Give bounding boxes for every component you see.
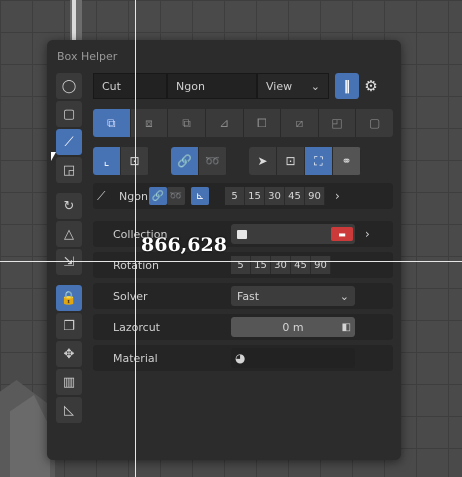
solver-chevron-icon: ⌄ bbox=[339, 289, 349, 303]
chevron-down-icon: ⌄ bbox=[310, 79, 320, 93]
material-field[interactable]: ◕ bbox=[231, 348, 355, 368]
array-icon[interactable]: ▥ bbox=[56, 369, 82, 395]
behavior-row: ⌞ ⊡ 🔗 ➿ ➤ ⊡ ⛶ ⚭ bbox=[93, 147, 393, 175]
main-area: Cut Ngon View ⌄ ‖ ⚙ ⧉ ⧈ ⧉ ⊿ ⧠ ⧄ ◰ ▢ ⌞ ⊡ bbox=[93, 73, 393, 371]
material-row: Material ◕ bbox=[93, 345, 393, 371]
slice-mode-icon[interactable]: ⧈ bbox=[131, 109, 169, 137]
rotation-snap-group: 5 15 30 45 90 bbox=[231, 256, 331, 274]
ngon-snap-15[interactable]: 15 bbox=[245, 187, 265, 205]
select-group: ➤ ⊡ ⛶ ⚭ bbox=[249, 147, 361, 175]
inset-mode-icon[interactable]: ⊿ bbox=[206, 109, 244, 137]
face-select-icon[interactable]: ⊡ bbox=[277, 147, 305, 175]
tool-column: ◯ ▢ ⟋ ◲ ↻ △ ⇲ 🔒 ❐ ✥ ▥ ◺ bbox=[56, 73, 84, 425]
join-mode-icon[interactable]: ⧠ bbox=[244, 109, 282, 137]
solver-value: Fast bbox=[237, 289, 260, 303]
link-icon[interactable]: 🔗 bbox=[171, 147, 199, 175]
mirror-icon[interactable]: ✥ bbox=[56, 341, 82, 367]
lazorcut-row: Lazorcut 0 m ◧ bbox=[93, 314, 393, 340]
collapse-tool-icon[interactable]: ⇲ bbox=[56, 249, 82, 275]
modifier-icon[interactable]: ⚭ bbox=[333, 147, 361, 175]
corner-origin-icon[interactable]: ⌞ bbox=[93, 147, 121, 175]
view-dropdown-label: View bbox=[266, 79, 293, 93]
ngon-snap-30[interactable]: 30 bbox=[265, 187, 285, 205]
ngon-snap-group: 5 15 30 45 90 bbox=[225, 187, 325, 205]
duplicate-icon[interactable]: ❐ bbox=[56, 313, 82, 339]
lazorcut-field[interactable]: 0 m ◧ bbox=[231, 317, 355, 337]
rotation-snap-30[interactable]: 30 bbox=[271, 256, 291, 274]
rotate-tool-icon[interactable]: ↻ bbox=[56, 193, 82, 219]
lazorcut-toggle-icon[interactable]: ◧ bbox=[342, 322, 351, 333]
coordinate-readout: 866,628 bbox=[141, 234, 227, 256]
lazorcut-value: 0 m bbox=[282, 320, 304, 334]
mouse-cursor-icon bbox=[51, 152, 56, 161]
link-group: 🔗 ➿ bbox=[171, 147, 227, 175]
ngon-label: Ngon bbox=[119, 189, 148, 203]
pause-button[interactable]: ‖ bbox=[335, 73, 359, 99]
crosshair-horizontal bbox=[0, 261, 462, 262]
collection-row: Collection ▬ › bbox=[93, 221, 393, 247]
knife-tool-icon[interactable]: ◲ bbox=[56, 157, 82, 183]
extract-mode-icon[interactable]: ◰ bbox=[319, 109, 357, 137]
material-label: Material bbox=[113, 352, 231, 365]
ngon-icon: ⟋ bbox=[97, 188, 106, 203]
boolean-mode-row: ⧉ ⧈ ⧉ ⊿ ⧠ ⧄ ◰ ▢ bbox=[93, 109, 393, 137]
ngon-snap-90[interactable]: 90 bbox=[305, 187, 325, 205]
rotation-snap-5[interactable]: 5 bbox=[231, 256, 251, 274]
ngon-link-icon[interactable]: 🔗 bbox=[149, 187, 167, 205]
ngon-row: ⟋ Ngon 🔗 ➿ ⊾ 5 15 30 45 90 › bbox=[93, 183, 393, 209]
rotation-snap-45[interactable]: 45 bbox=[291, 256, 311, 274]
origin-group: ⌞ ⊡ bbox=[93, 147, 149, 175]
shape-field[interactable]: Ngon bbox=[167, 73, 257, 99]
gear-icon[interactable]: ⚙ bbox=[359, 73, 383, 99]
solver-label: Solver bbox=[113, 289, 148, 303]
solver-row: Solver Fast ⌄ bbox=[93, 283, 393, 309]
box-icon bbox=[237, 229, 247, 239]
ngon-spiral-icon[interactable]: ➿ bbox=[167, 187, 185, 205]
angle-icon[interactable]: ⊾ bbox=[191, 187, 209, 205]
rotation-snap-15[interactable]: 15 bbox=[251, 256, 271, 274]
lock-icon[interactable]: 🔒 bbox=[56, 285, 82, 311]
panel-title: Box Helper bbox=[57, 50, 118, 63]
make-mode-icon[interactable]: ▢ bbox=[356, 109, 393, 137]
spiral-icon[interactable]: ➿ bbox=[199, 147, 227, 175]
chevron-right-icon[interactable]: › bbox=[335, 189, 340, 203]
view-dropdown[interactable]: View ⌄ bbox=[257, 73, 329, 99]
ngon-snap-5[interactable]: 5 bbox=[225, 187, 245, 205]
solver-dropdown[interactable]: Fast ⌄ bbox=[231, 286, 355, 306]
rotation-snap-90[interactable]: 90 bbox=[311, 256, 331, 274]
box-tool-icon[interactable]: ▢ bbox=[56, 101, 82, 127]
ngon-tool-icon[interactable]: ⟋ bbox=[56, 129, 82, 155]
slice-icon[interactable]: ◺ bbox=[56, 397, 82, 423]
circle-tool-icon[interactable]: ◯ bbox=[56, 73, 82, 99]
pointer-icon[interactable]: ➤ bbox=[249, 147, 277, 175]
focus-select-icon[interactable]: ⛶ bbox=[305, 147, 333, 175]
collection-chevron-icon[interactable]: › bbox=[365, 227, 370, 241]
mode-field[interactable]: Cut bbox=[93, 73, 167, 99]
lazorcut-label: Lazorcut bbox=[113, 320, 160, 334]
material-sphere-icon: ◕ bbox=[235, 351, 246, 365]
crosshair-vertical bbox=[135, 0, 136, 477]
collection-field[interactable]: ▬ bbox=[231, 224, 355, 244]
knife-mode-icon[interactable]: ⧄ bbox=[281, 109, 319, 137]
rotation-row: Rotation 5 15 30 45 90 bbox=[93, 252, 393, 278]
mode-row: Cut Ngon View ⌄ ‖ ⚙ bbox=[93, 73, 393, 99]
ngon-snap-45[interactable]: 45 bbox=[285, 187, 305, 205]
triangle-tool-icon[interactable]: △ bbox=[56, 221, 82, 247]
intersect-mode-icon[interactable]: ⧉ bbox=[168, 109, 206, 137]
cut-mode-icon[interactable]: ⧉ bbox=[93, 109, 131, 137]
red-box-icon[interactable]: ▬ bbox=[331, 227, 353, 241]
